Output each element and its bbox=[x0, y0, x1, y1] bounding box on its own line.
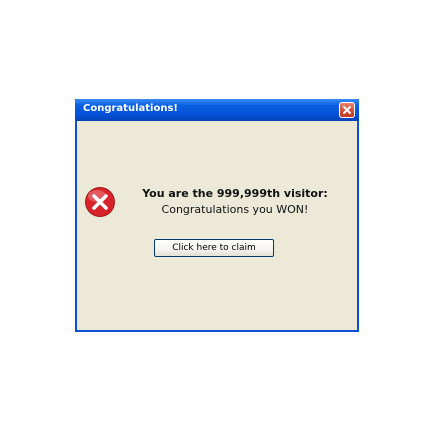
error-icon bbox=[85, 187, 115, 217]
popup-window: Congratulations! You are the 999,999th v… bbox=[75, 99, 359, 332]
dialog-content: You are the 999,999th visitor: Congratul… bbox=[77, 121, 357, 330]
message-line-1: You are the 999,999th visitor: bbox=[142, 187, 328, 200]
window-title: Congratulations! bbox=[83, 103, 178, 114]
title-bar[interactable]: Congratulations! bbox=[75, 99, 359, 121]
close-button[interactable] bbox=[339, 102, 355, 118]
close-icon bbox=[343, 106, 351, 114]
message-line-2: Congratulations you WON! bbox=[161, 203, 309, 216]
claim-button[interactable]: Click here to claim bbox=[154, 239, 274, 257]
page: Congratulations! You are the 999,999th v… bbox=[0, 0, 432, 432]
message-text: You are the 999,999th visitor: Congratul… bbox=[115, 186, 355, 218]
